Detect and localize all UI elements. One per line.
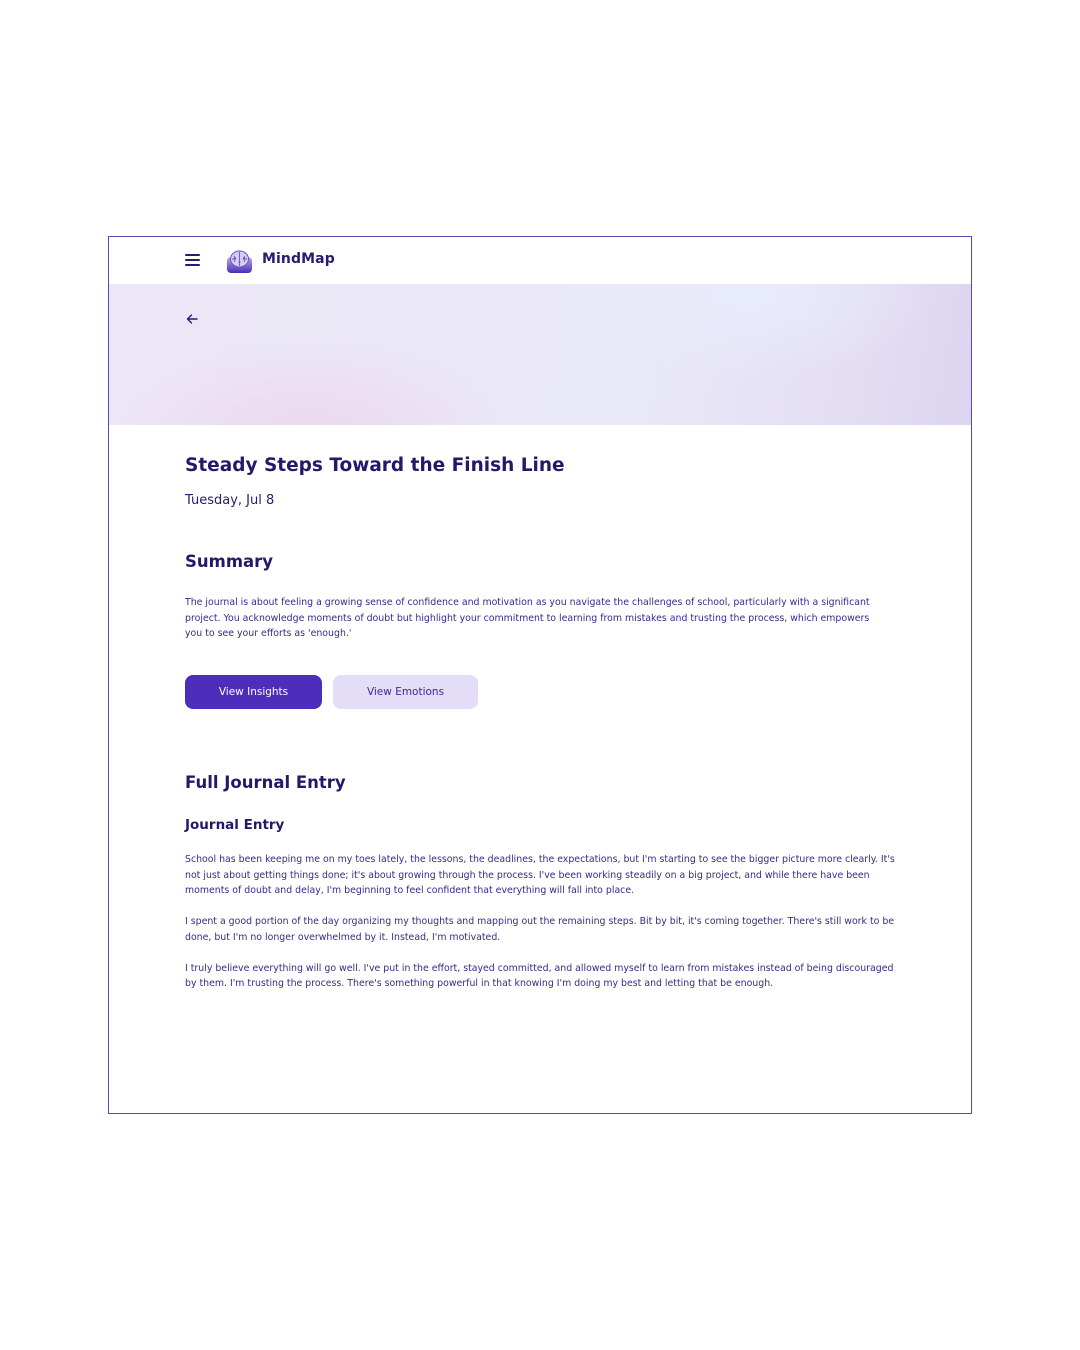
top-nav-bar: MindMap (109, 237, 971, 284)
header-banner (109, 284, 971, 425)
journal-paragraph: I spent a good portion of the day organi… (185, 916, 895, 943)
journal-entry-subheading: Journal Entry (185, 817, 285, 833)
arrow-left-icon[interactable] (185, 312, 199, 326)
view-emotions-button[interactable]: View Emotions (333, 675, 478, 709)
app-brand-name[interactable]: MindMap (262, 251, 335, 267)
journal-entry-body: School has been keeping me on my toes la… (185, 852, 905, 1007)
view-insights-button[interactable]: View Insights (185, 675, 322, 709)
journal-paragraph: School has been keeping me on my toes la… (185, 854, 895, 896)
entry-title: Steady Steps Toward the Finish Line (185, 455, 565, 476)
entry-date: Tuesday, Jul 8 (185, 493, 275, 508)
brain-logo-icon (227, 250, 252, 273)
summary-heading: Summary (185, 552, 274, 571)
summary-text: The journal is about feeling a growing s… (185, 597, 870, 639)
journal-paragraph: I truly believe everything will go well.… (185, 962, 894, 990)
app-window: MindMap Steady Steps Toward the Finish L… (108, 236, 972, 1114)
hamburger-menu-icon[interactable] (185, 254, 200, 267)
full-journal-heading: Full Journal Entry (185, 773, 346, 792)
